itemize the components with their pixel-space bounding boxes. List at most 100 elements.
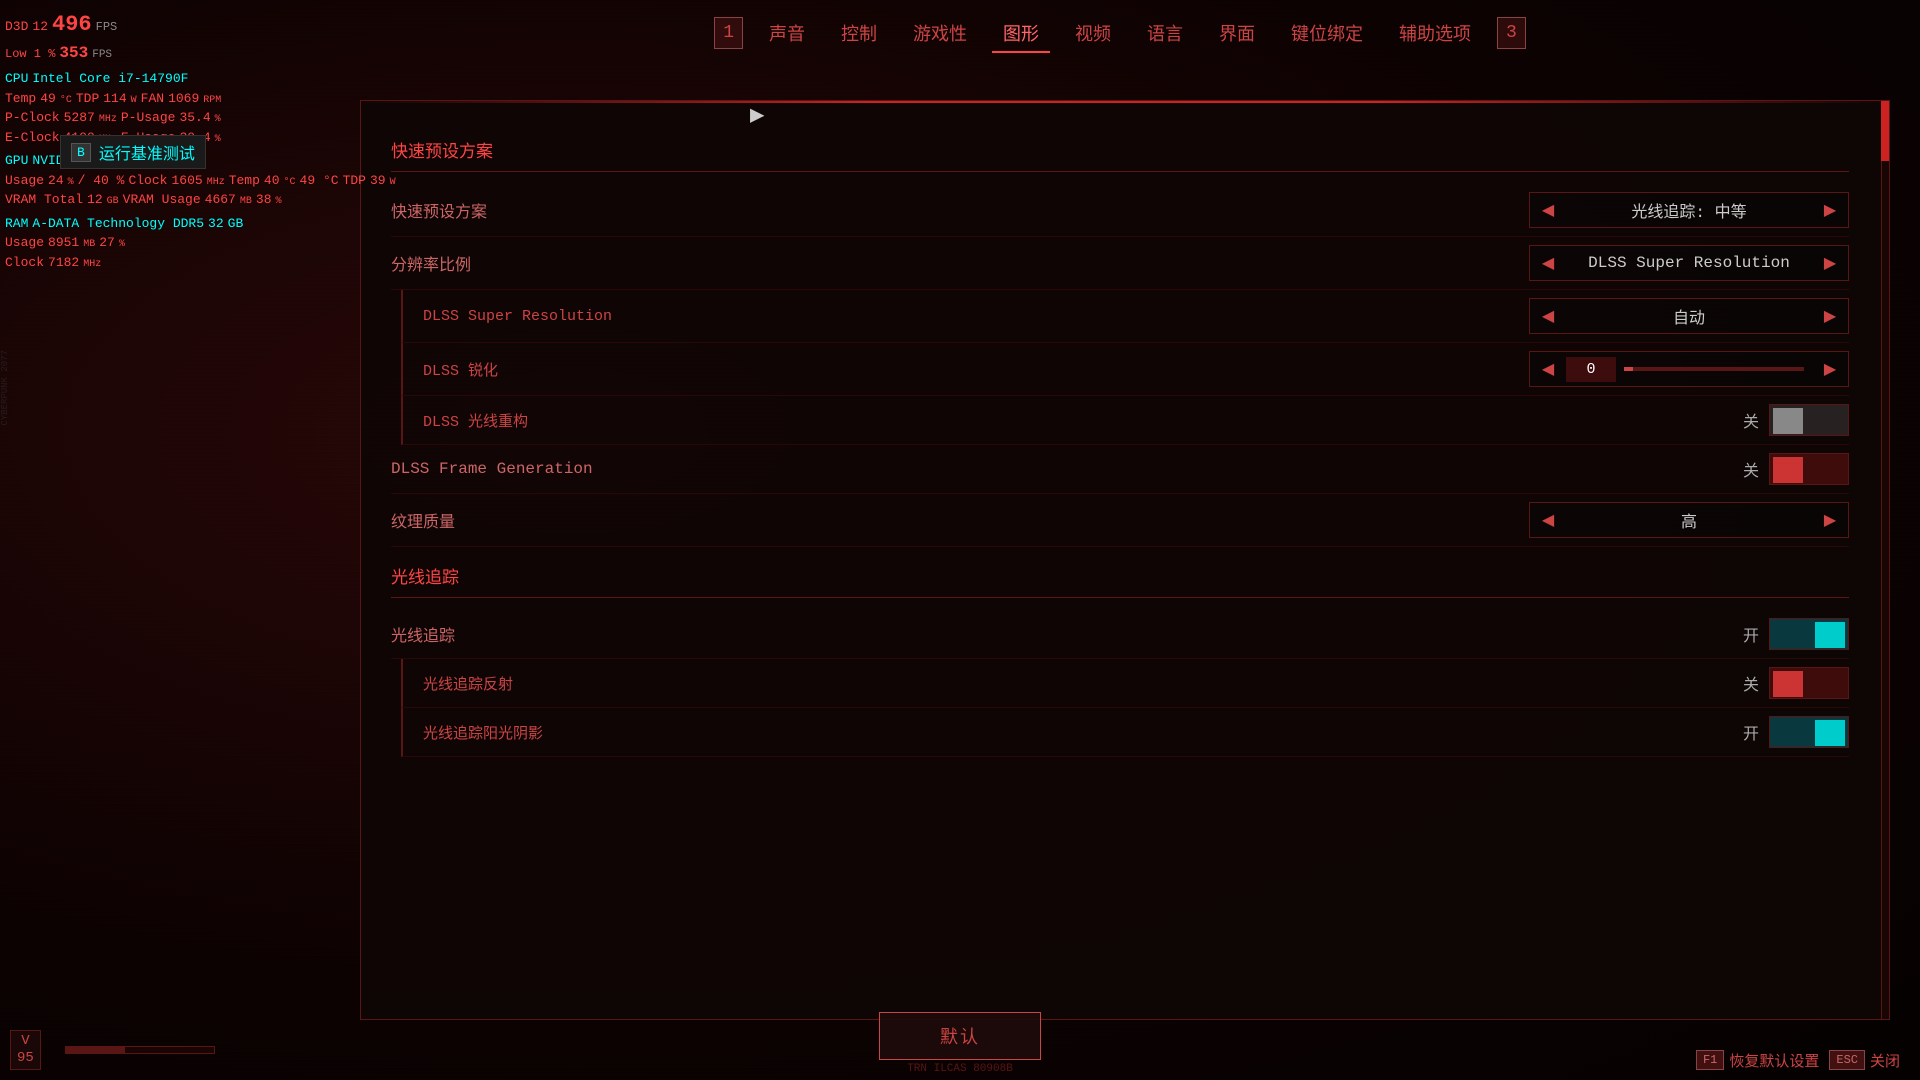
- quick-preset-prev[interactable]: ◀: [1530, 193, 1566, 227]
- dlss-recon-toggle-container: 关: [1739, 404, 1849, 436]
- hud-fan-unit: RPM: [203, 93, 221, 108]
- texture-quality-next[interactable]: ▶: [1812, 503, 1848, 537]
- dlss-super-res-value: 自动: [1566, 304, 1812, 328]
- raytracing-toggle[interactable]: [1769, 618, 1849, 650]
- raytracing-reflect-state: 关: [1739, 671, 1759, 695]
- dlss-super-res-selector[interactable]: ◀ 自动 ▶: [1529, 298, 1849, 334]
- scrollbar-track[interactable]: [1881, 101, 1889, 1019]
- texture-quality-label: 纹理质量: [391, 508, 455, 532]
- hud-ram-usage-label: Usage: [5, 233, 44, 253]
- raytracing-reflect-toggle[interactable]: [1769, 667, 1849, 699]
- hud-ram-clock: 7182: [48, 253, 79, 273]
- raytracing-state: 开: [1739, 622, 1759, 646]
- hud-gpu-clock-label: Clock: [128, 171, 167, 191]
- hud-vram-usage-label: VRAM Usage: [123, 190, 201, 210]
- hud-ram-usage: 8951: [48, 233, 79, 253]
- hud-ram-clock-unit: MHz: [83, 257, 101, 272]
- tab-video[interactable]: 视频: [1057, 15, 1129, 51]
- raytracing-shadow-row: 光线追踪阳光阴影 开: [401, 708, 1849, 757]
- hud-temp-label: Temp: [5, 89, 36, 109]
- dlss-sharpen-next[interactable]: ▶: [1812, 352, 1848, 386]
- hud-ram-clock-label: Clock: [5, 253, 44, 273]
- hud-fan-value: 1069: [168, 89, 199, 109]
- hud-tdp-unit: W: [131, 93, 137, 108]
- quick-preset-section-header: 快速预设方案: [391, 129, 1849, 172]
- hud-temp-value: 49: [40, 89, 56, 109]
- restore-key[interactable]: F1: [1696, 1050, 1724, 1070]
- hud-gpu-temp-unit: °C: [284, 175, 296, 190]
- resolution-scale-label: 分辨率比例: [391, 251, 471, 275]
- hud-cpu-label: CPU: [5, 69, 28, 89]
- hud-vram-pct: 38: [256, 190, 272, 210]
- raytracing-shadow-toggle-container: 开: [1739, 716, 1849, 748]
- tab-interface[interactable]: 界面: [1201, 15, 1273, 51]
- dlss-recon-toggle[interactable]: [1769, 404, 1849, 436]
- hud-gpu-label: GPU: [5, 151, 28, 171]
- quick-preset-value: 光线追踪: 中等: [1566, 198, 1812, 222]
- resolution-scale-next[interactable]: ▶: [1812, 246, 1848, 280]
- benchmark-key: B: [71, 143, 91, 162]
- tab-gameplay[interactable]: 游戏性: [895, 15, 985, 51]
- texture-quality-selector[interactable]: ◀ 高 ▶: [1529, 502, 1849, 538]
- close-action: ESC 关闭: [1829, 1050, 1900, 1071]
- tab-keybind[interactable]: 键位绑定: [1273, 15, 1381, 51]
- tab-control[interactable]: 控制: [823, 15, 895, 51]
- cursor-pointer: ▶: [750, 100, 764, 130]
- dlss-sharpen-track[interactable]: [1624, 367, 1804, 371]
- dlss-super-res-prev[interactable]: ◀: [1530, 299, 1566, 333]
- hud-cpu-name: Intel Core i7-14790F: [32, 69, 188, 89]
- hud-ram-size: 32: [208, 214, 224, 234]
- hud-gpu-temp2: 49 °C: [300, 171, 339, 191]
- tab-sound[interactable]: 声音: [751, 15, 823, 51]
- hud-ram-pct: 27: [99, 233, 115, 253]
- hud-pclock-unit: MHz: [99, 112, 117, 127]
- hud-vram-pct-unit: %: [276, 194, 282, 209]
- scrollbar-thumb[interactable]: [1881, 101, 1889, 161]
- hud-pclock-value: 5287: [64, 108, 95, 128]
- hud-gpu-temp-v: 40: [264, 171, 280, 191]
- hud-vram-usage: 4667: [205, 190, 236, 210]
- dlss-sharpen-prev[interactable]: ◀: [1530, 352, 1566, 386]
- dlss-sharpen-slider[interactable]: ◀ 0 ▶: [1529, 351, 1849, 387]
- hud-gpu-tdp-unit: W: [390, 175, 396, 190]
- texture-quality-prev[interactable]: ◀: [1530, 503, 1566, 537]
- resolution-scale-prev[interactable]: ◀: [1530, 246, 1566, 280]
- quick-preset-next[interactable]: ▶: [1812, 193, 1848, 227]
- raytracing-row: 光线追踪 开: [391, 610, 1849, 659]
- hud-gpu-temp: Temp: [229, 171, 260, 191]
- hud-gpu-usage-label: Usage: [5, 171, 44, 191]
- quick-preset-selector[interactable]: ◀ 光线追踪: 中等 ▶: [1529, 192, 1849, 228]
- hud-low1-fps: FPS: [92, 47, 112, 64]
- hud-ram-unit: GB: [228, 214, 244, 234]
- dlss-recon-label: DLSS 光线重构: [423, 410, 528, 431]
- hud-vram-total: 12: [87, 190, 103, 210]
- tab-graphics[interactable]: 图形: [985, 15, 1057, 51]
- raytracing-shadow-toggle[interactable]: [1769, 716, 1849, 748]
- hud-vram-total-label: VRAM Total: [5, 190, 83, 210]
- nav-bracket-right[interactable]: 3: [1497, 17, 1526, 49]
- tab-language[interactable]: 语言: [1129, 15, 1201, 51]
- dlss-frame-gen-state: 关: [1739, 457, 1759, 481]
- dlss-frame-gen-toggle[interactable]: [1769, 453, 1849, 485]
- resolution-scale-row: 分辨率比例 ◀ DLSS Super Resolution ▶: [391, 237, 1849, 290]
- close-key[interactable]: ESC: [1829, 1050, 1865, 1070]
- hud-gpu-tdp-v: 39: [370, 171, 386, 191]
- hud-d3d-level: 12: [32, 17, 48, 37]
- hud-ram-pct-unit: %: [119, 237, 125, 252]
- close-label: 关闭: [1870, 1050, 1900, 1071]
- dlss-super-res-next[interactable]: ▶: [1812, 299, 1848, 333]
- dlss-super-res-row: DLSS Super Resolution ◀ 自动 ▶: [401, 290, 1849, 343]
- raytracing-label: 光线追踪: [391, 622, 455, 646]
- hud-ram-name: A-DATA Technology DDR5: [32, 214, 204, 234]
- resolution-scale-selector[interactable]: ◀ DLSS Super Resolution ▶: [1529, 245, 1849, 281]
- hud-pusage-value: 35.4: [179, 108, 210, 128]
- tab-accessibility[interactable]: 辅助选项: [1381, 15, 1489, 51]
- dlss-recon-row: DLSS 光线重构 关: [401, 396, 1849, 445]
- hud-pusage-unit: %: [215, 112, 221, 127]
- hud-low1: Low 1 %: [5, 45, 55, 63]
- hud-fan-label: FAN: [141, 89, 164, 109]
- texture-quality-row: 纹理质量 ◀ 高 ▶: [391, 494, 1849, 547]
- restore-action: F1 恢复默认设置: [1696, 1050, 1819, 1071]
- nav-bracket-left[interactable]: 1: [714, 17, 743, 49]
- hud-low1-value: 353: [59, 41, 88, 65]
